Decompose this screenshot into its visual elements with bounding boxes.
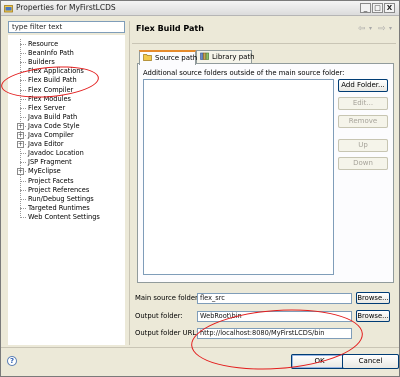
tree-connector-tick: [20, 198, 26, 200]
tree-connector-tick: [20, 216, 26, 218]
tree-connector-tick: [20, 98, 26, 100]
source-folders-list[interactable]: [143, 79, 334, 275]
main-source-folder-input[interactable]: flex_src: [197, 293, 352, 304]
tree-item[interactable]: Flex Build Path: [28, 76, 77, 85]
tree-connector-tick: [20, 62, 26, 64]
properties-dialog: Properties for MyFirstLCDS _ □ X type fi…: [0, 0, 400, 377]
maximize-button[interactable]: □: [372, 3, 383, 13]
source-folders-description: Additional source folders outside of the…: [143, 69, 345, 77]
ok-button[interactable]: OK: [291, 354, 348, 369]
main-source-browse-button[interactable]: Browse...: [356, 292, 390, 304]
tree-connector-tick: [20, 80, 26, 82]
tree-item[interactable]: Resource: [28, 40, 58, 49]
panel-sash[interactable]: [129, 21, 131, 345]
tree-item[interactable]: Builders: [28, 58, 55, 67]
forward-dropdown-icon[interactable]: ▾: [389, 25, 392, 32]
tree-item[interactable]: Flex Server: [28, 104, 65, 113]
tree-expand-icon[interactable]: +: [17, 168, 24, 176]
tree-connector-tick: [20, 44, 26, 45]
tree-item[interactable]: Project Facets: [28, 177, 74, 186]
tab-library-path-label: Library path: [212, 53, 255, 61]
up-button[interactable]: Up: [338, 139, 388, 152]
down-button[interactable]: Down: [338, 157, 388, 170]
filter-input[interactable]: type filter text: [8, 21, 125, 33]
tree-connector-tick: [20, 107, 26, 109]
main-source-folder-label: Main source folder:: [135, 294, 201, 302]
page-header: Flex Build Path ⇦ ▾ ⇨ ▾: [132, 19, 396, 42]
property-pages-tree[interactable]: Resource BeanInfo Path Builders Flex Applic…: [8, 35, 125, 345]
tree-item[interactable]: Flex Modules: [28, 95, 71, 104]
tree-connector-tick: [20, 71, 26, 73]
tree-item[interactable]: Targeted Runtimes: [28, 204, 90, 213]
tree-item[interactable]: Flex Applications: [28, 67, 84, 76]
tab-library-path[interactable]: Library path: [196, 50, 255, 64]
folder-icon: [143, 54, 152, 61]
library-icon: [200, 52, 209, 60]
page-title: Flex Build Path: [136, 24, 204, 33]
edit-button[interactable]: Edit...: [338, 97, 388, 110]
tree-connector-tick: [20, 207, 26, 209]
cancel-button[interactable]: Cancel: [342, 354, 399, 369]
tree-connector-tick: [20, 180, 26, 182]
tree-item[interactable]: MyEclipse: [28, 167, 61, 176]
tree-connector-tick: [20, 89, 26, 91]
tree-item[interactable]: Java Compiler: [28, 131, 74, 140]
tree-item[interactable]: Javadoc Location: [28, 149, 84, 158]
tree-expand-icon[interactable]: +: [17, 141, 24, 149]
output-folder-input[interactable]: WebRoot\bin: [197, 311, 352, 322]
back-dropdown-icon[interactable]: ▾: [369, 25, 372, 32]
header-divider: [132, 43, 396, 44]
tab-source-path[interactable]: Source path: [139, 50, 198, 65]
tree-expand-icon[interactable]: +: [17, 132, 24, 139]
tree-expand-icon[interactable]: +: [17, 122, 24, 130]
tree-item[interactable]: Flex Compiler: [28, 86, 73, 95]
tree-item[interactable]: Project References: [28, 186, 89, 195]
forward-arrow-icon[interactable]: ⇨: [378, 24, 386, 34]
tree-item[interactable]: Web Content Settings: [28, 213, 100, 222]
tree-item[interactable]: Run/Debug Settings: [28, 195, 94, 204]
tree-item[interactable]: JSP Fragment: [28, 158, 72, 167]
tree-item[interactable]: Java Editor: [28, 140, 64, 149]
bottom-divider: [1, 347, 399, 348]
remove-button[interactable]: Remove: [338, 115, 388, 128]
tree-item[interactable]: Java Build Path: [28, 113, 77, 122]
output-folder-label: Output folder:: [135, 312, 183, 320]
output-folder-url-label: Output folder URL:: [135, 329, 199, 337]
tree-connector-tick: [20, 116, 26, 118]
title-bar[interactable]: Properties for MyFirstLCDS _ □ X: [1, 1, 399, 16]
minimize-button[interactable]: _: [360, 3, 371, 13]
help-icon[interactable]: ?: [7, 356, 17, 366]
close-button[interactable]: X: [384, 3, 395, 13]
tree-connector-tick: [20, 153, 26, 155]
eclipse-project-icon: [4, 5, 13, 13]
tab-source-path-label: Source path: [155, 54, 198, 62]
output-folder-url-input[interactable]: http://localhost:8080/MyFirstLCDS/bin: [197, 328, 352, 339]
window-title: Properties for MyFirstLCDS: [16, 3, 116, 12]
tree-item[interactable]: Java Code Style: [28, 122, 80, 131]
tree-connector-tick: [20, 162, 26, 164]
tree-item[interactable]: BeanInfo Path: [28, 49, 74, 58]
tree-connector-tick: [20, 53, 26, 55]
tree-connector-tick: [20, 189, 26, 191]
back-arrow-icon[interactable]: ⇦: [358, 24, 366, 34]
add-folder-button[interactable]: Add Folder...: [338, 79, 388, 92]
output-folder-browse-button[interactable]: Browse...: [356, 310, 390, 322]
